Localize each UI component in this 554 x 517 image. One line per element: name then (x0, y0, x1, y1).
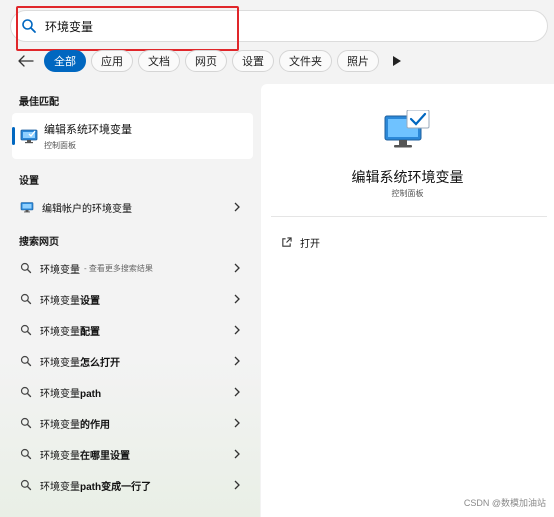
web-suggestion-label: 环境变量path (40, 388, 102, 400)
control-panel-monitor-icon (20, 201, 34, 213)
search-icon (20, 417, 32, 429)
filter-chip-folders[interactable]: 文件夹 (279, 50, 332, 72)
detail-subtitle: 控制面板 (391, 189, 424, 198)
search-icon (20, 448, 32, 460)
search-bar[interactable] (10, 10, 548, 42)
settings-item-user-env-vars[interactable]: 编辑帐户的环境变量 (12, 193, 253, 221)
search-icon (20, 262, 32, 274)
watermark: CSDN @数模加油站 (463, 498, 546, 508)
web-suggestion-label: 环境变量在哪里设置 (40, 450, 130, 462)
open-external-icon (281, 236, 292, 248)
web-suggestion-item[interactable]: 环境变量配置 (12, 316, 253, 344)
section-title-web: 搜索网页 (19, 237, 59, 248)
web-suggestion-label: 环境变量 (40, 264, 80, 276)
selection-accent (12, 127, 15, 145)
chevron-right-icon (233, 386, 241, 398)
web-suggestion-label: 环境变量配置 (40, 326, 100, 338)
settings-item-label: 编辑帐户的环境变量 (42, 203, 132, 215)
best-match-subtitle: 控制面板 (44, 141, 76, 150)
search-icon (21, 18, 37, 34)
control-panel-monitor-icon (20, 128, 38, 144)
filter-chip-photos[interactable]: 照片 (337, 50, 379, 72)
control-panel-monitor-icon (383, 109, 431, 152)
divider (271, 216, 547, 217)
web-suggestion-item[interactable]: 环境变量设置 (12, 285, 253, 313)
filter-chip-apps[interactable]: 应用 (91, 50, 133, 72)
chevron-right-icon (233, 262, 241, 274)
search-icon (20, 324, 32, 336)
chevron-right-icon (233, 293, 241, 305)
filter-chip-web[interactable]: 网页 (185, 50, 227, 72)
chevron-right-icon (233, 201, 241, 213)
best-match-title: 编辑系统环境变量 (44, 124, 132, 136)
best-match-item[interactable]: 编辑系统环境变量 控制面板 (12, 113, 253, 159)
chevron-right-icon (233, 355, 241, 367)
web-suggestion-item[interactable]: 环境变量path (12, 378, 253, 406)
chevron-right-icon (233, 324, 241, 336)
open-action-label: 打开 (300, 238, 320, 250)
section-title-settings: 设置 (19, 176, 39, 187)
filter-row: 全部 应用 文档 网页 设置 文件夹 照片 (14, 50, 406, 72)
search-icon (20, 293, 32, 305)
web-suggestion-item[interactable]: 环境变量path变成一行了 (12, 471, 253, 499)
web-suggestion-item[interactable]: 环境变量 - 查看更多搜索结果 (12, 254, 253, 282)
detail-panel: 编辑系统环境变量 控制面板 打开 (261, 84, 554, 517)
search-icon (20, 355, 32, 367)
more-filters-play-icon[interactable] (388, 50, 406, 72)
web-suggestion-label: 环境变量怎么打开 (40, 357, 120, 369)
search-icon (20, 479, 32, 491)
detail-title: 编辑系统环境变量 (351, 169, 464, 185)
chevron-right-icon (233, 479, 241, 491)
back-arrow-icon[interactable] (14, 50, 38, 72)
search-icon (20, 386, 32, 398)
chevron-right-icon (233, 417, 241, 429)
web-suggestion-label: 环境变量的作用 (40, 419, 110, 431)
filter-chip-settings[interactable]: 设置 (232, 50, 274, 72)
chevron-right-icon (233, 448, 241, 460)
filter-chip-documents[interactable]: 文档 (138, 50, 180, 72)
filter-chip-all[interactable]: 全部 (44, 50, 86, 72)
open-action[interactable]: 打开 (281, 234, 320, 250)
best-match-text: 编辑系统环境变量 控制面板 (44, 121, 132, 151)
web-suggestion-hint: - 查看更多搜索结果 (84, 263, 153, 273)
web-suggestion-label: 环境变量path变成一行了 (40, 481, 152, 493)
web-suggestion-item[interactable]: 环境变量在哪里设置 (12, 440, 253, 468)
search-input[interactable] (45, 16, 345, 36)
section-title-best-match: 最佳匹配 (19, 97, 59, 108)
web-suggestion-item[interactable]: 环境变量的作用 (12, 409, 253, 437)
web-suggestion-item[interactable]: 环境变量怎么打开 (12, 347, 253, 375)
web-suggestion-label: 环境变量设置 (40, 295, 100, 307)
